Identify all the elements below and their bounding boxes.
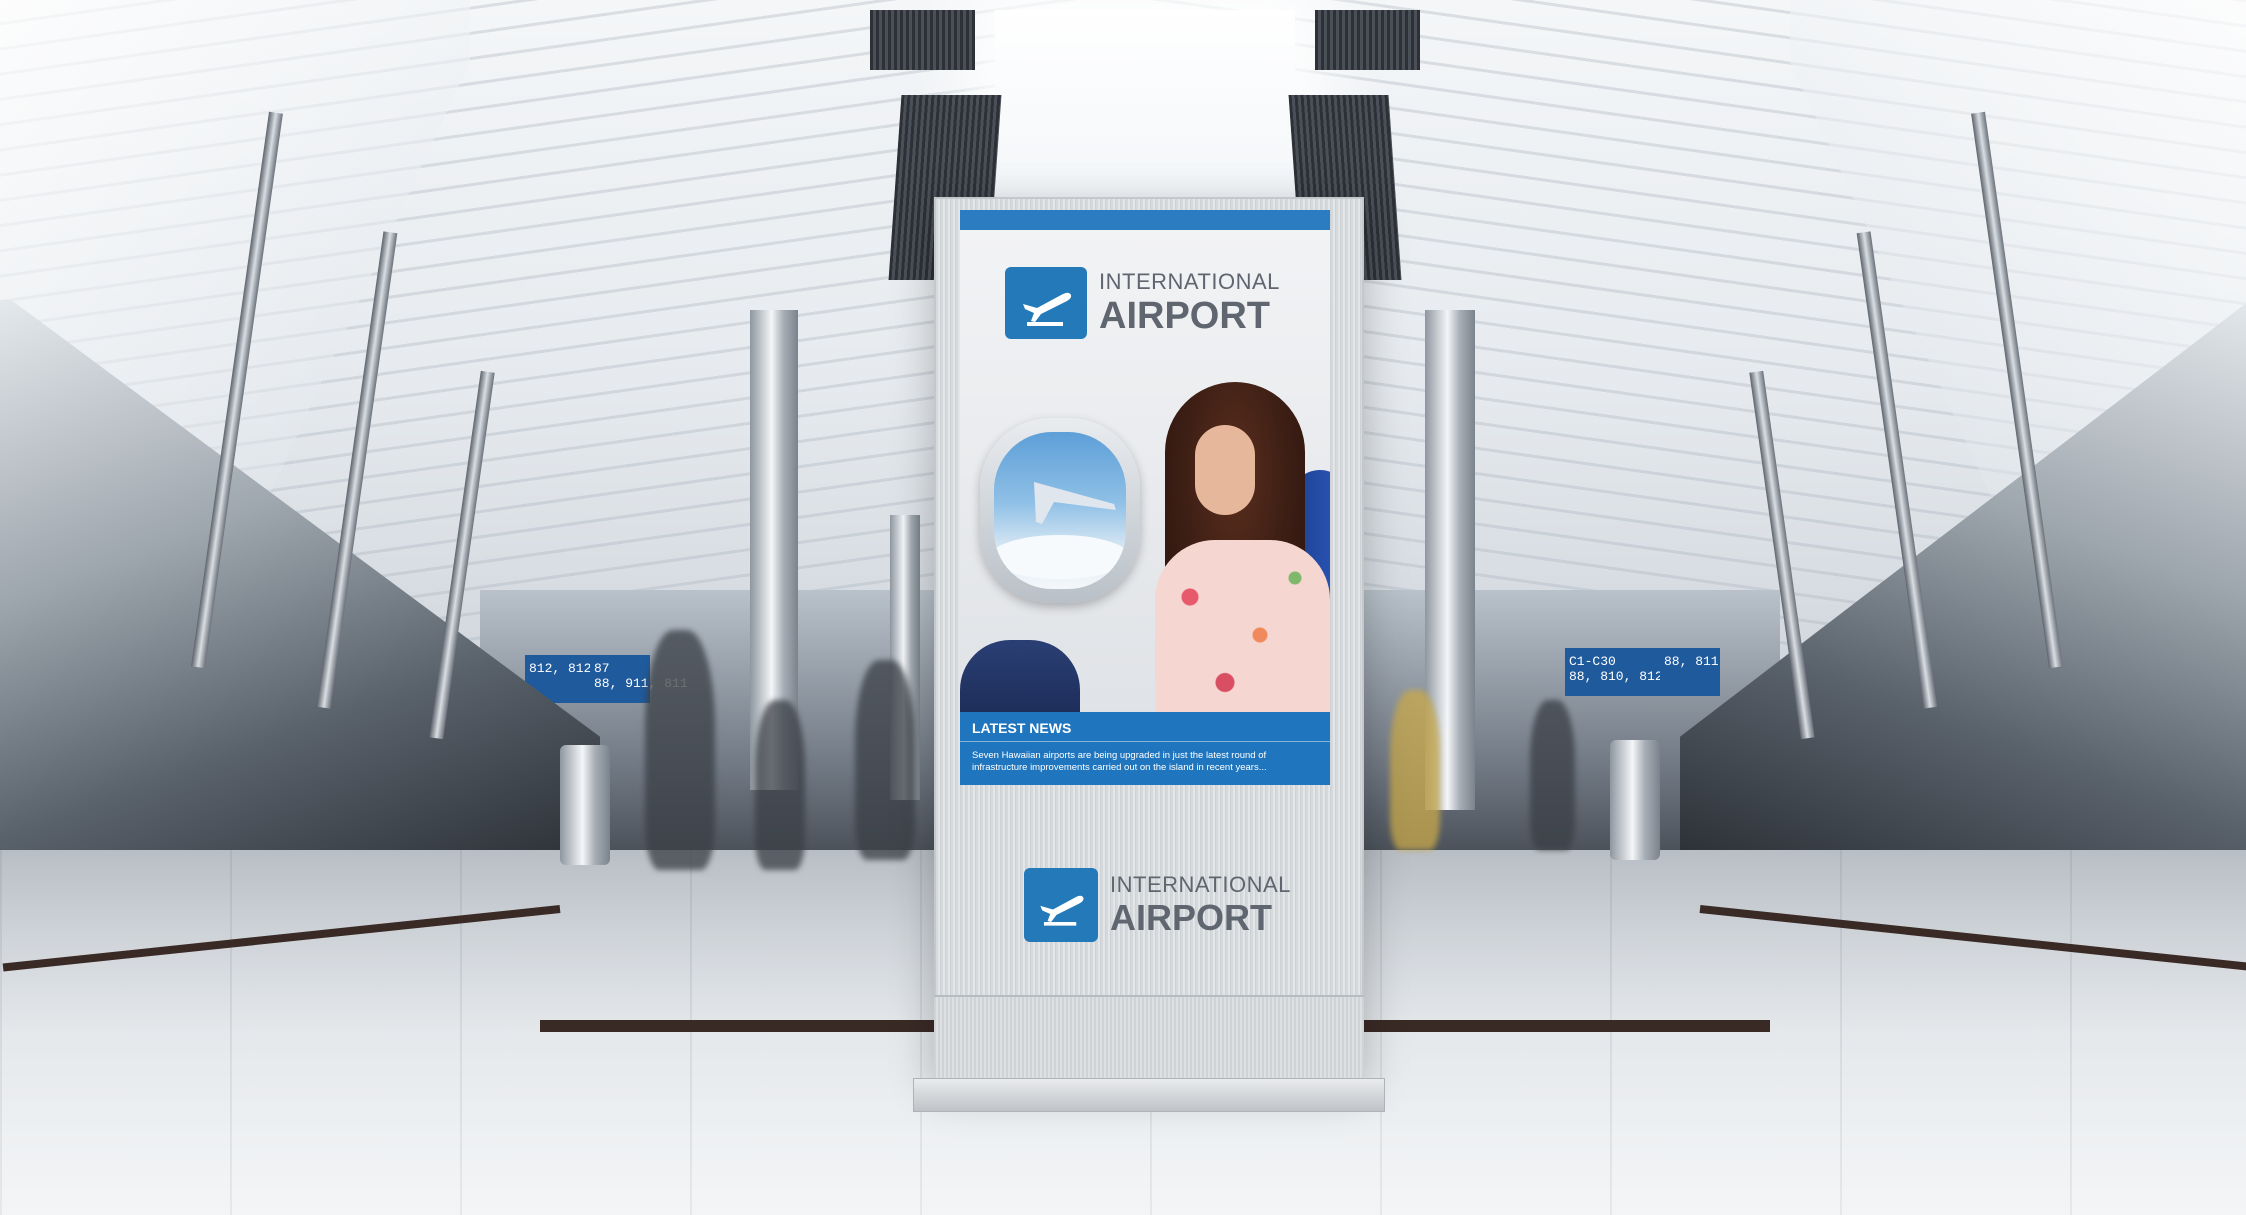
traveler-silhouette [855,660,915,860]
logo-text: INTERNATIONAL AIRPORT [1110,874,1291,936]
logo-text: INTERNATIONAL AIRPORT [1099,269,1280,337]
screen-logo: INTERNATIONAL AIRPORT [1005,267,1280,339]
news-divider [960,741,1330,742]
traveler-silhouette [1530,700,1575,850]
passenger-face [1195,425,1255,515]
kiosk-lower-panel [934,995,1364,1080]
skylight [995,10,1295,200]
traveler-silhouette [1390,690,1440,850]
logo-line-1: INTERNATIONAL [1110,872,1291,897]
kiosk-panel-logo: INTERNATIONAL AIRPORT [1024,868,1291,942]
airport-hall-scene: 812, 812 87 88, 911, 811 C1-C30 88, 810,… [0,0,2246,1215]
news-body: Seven Hawaiian airports are being upgrad… [972,750,1267,773]
logo-line-2: AIRPORT [1110,897,1272,938]
trash-bin [560,745,610,865]
screen-top-bar [960,210,1330,230]
airplane-departure-icon [1005,267,1087,339]
trash-bin [1610,740,1660,860]
ceiling-vent [1315,10,1420,70]
logo-line-2: AIRPORT [1099,295,1270,337]
departure-sign: C1-C30 88, 810, 812 [1565,648,1663,696]
ceiling-vent [870,10,975,70]
airplane-window [980,418,1140,603]
traveler-silhouette [755,700,805,870]
kiosk-base [913,1078,1385,1112]
airplane-departure-icon [1024,868,1098,942]
news-title: LATEST NEWS [972,720,1072,736]
departure-sign: 88, 811 [1660,648,1720,696]
airplane-wing-icon [994,482,1126,579]
window-sky [994,432,1126,589]
departure-sign: 87 88, 911, 811 [590,655,688,703]
latest-news-panel: LATEST NEWS Seven Hawaiian airports are … [960,712,1330,785]
passenger-shirt [1155,540,1330,730]
kiosk-screen: INTERNATIONAL AIRPORT LATEST NEWS Seven … [960,210,1330,785]
traveler-silhouette [645,630,715,870]
logo-line-1: INTERNATIONAL [1099,269,1280,294]
